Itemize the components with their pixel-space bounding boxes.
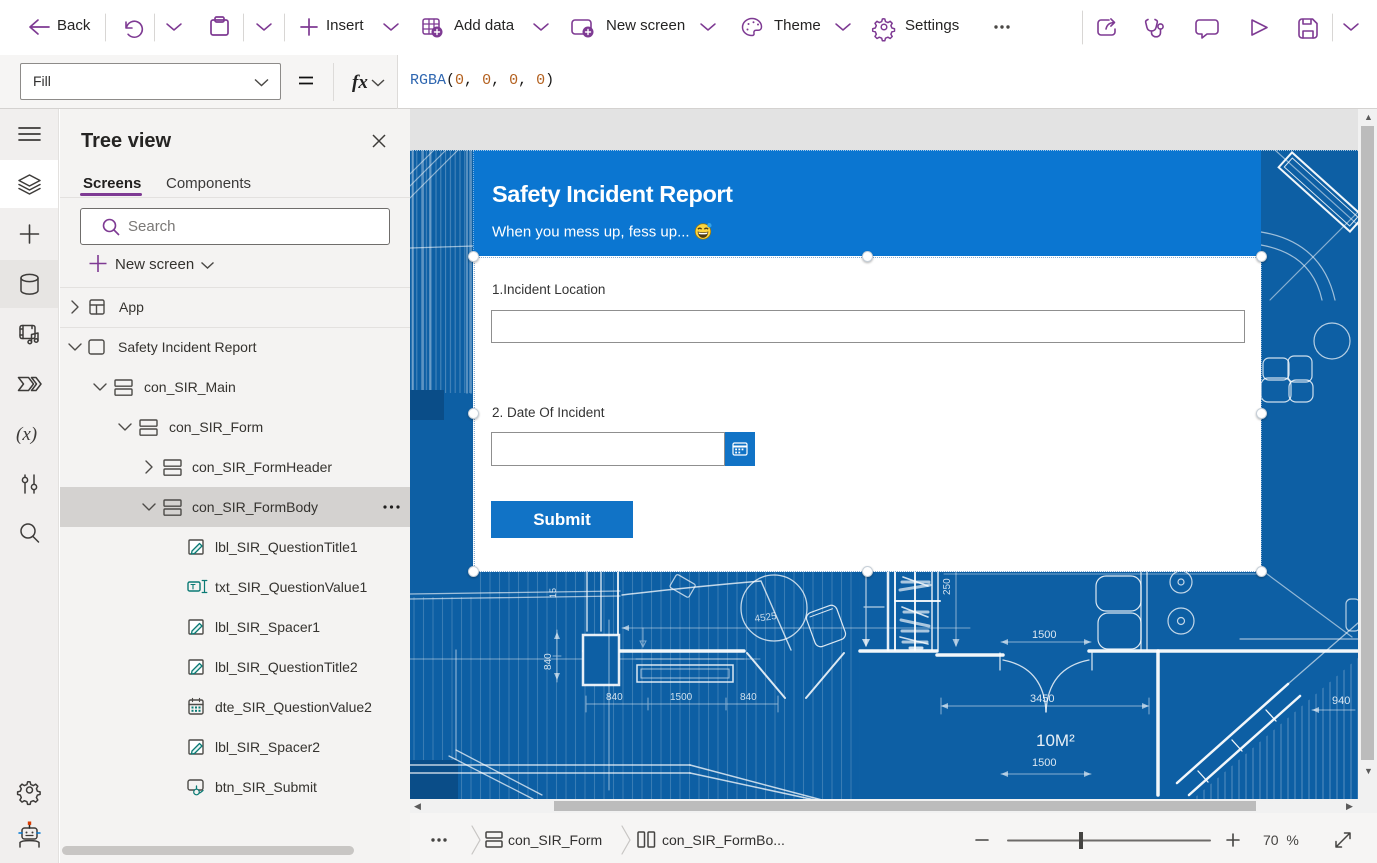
svg-text:1500: 1500 — [670, 692, 693, 703]
svg-text:fx: fx — [352, 72, 368, 93]
svg-text:1500: 1500 — [1032, 629, 1056, 641]
svg-text:250: 250 — [942, 578, 953, 595]
svg-text:840: 840 — [740, 692, 757, 703]
svg-text:3450: 3450 — [1030, 693, 1054, 705]
svg-text:940: 940 — [1332, 695, 1350, 707]
svg-text:(x): (x) — [16, 424, 37, 445]
svg-text:10M²: 10M² — [1036, 731, 1075, 750]
svg-text:1500: 1500 — [1032, 757, 1056, 769]
svg-text:840: 840 — [543, 653, 554, 670]
